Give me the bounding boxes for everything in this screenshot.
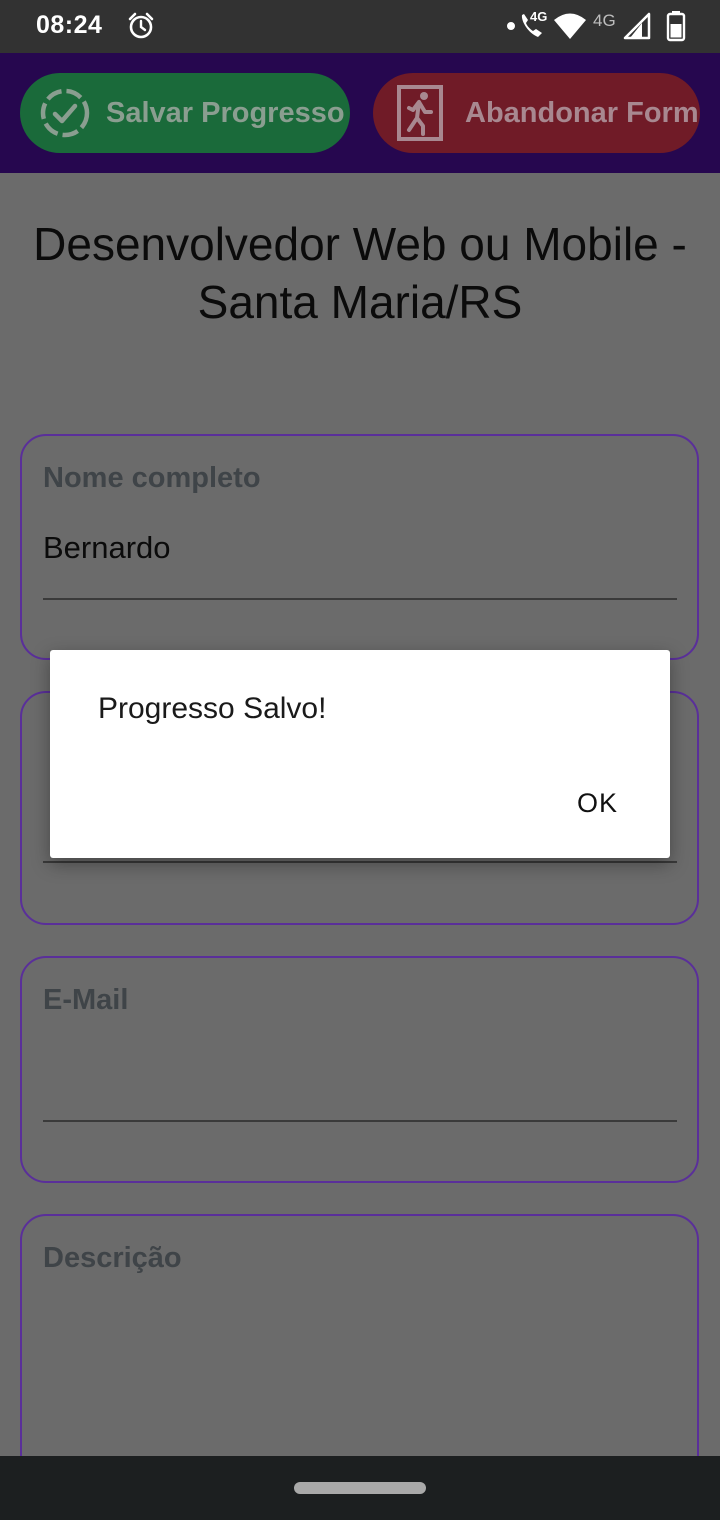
progress-saved-dialog: Progresso Salvo! OK [50, 650, 670, 858]
check-circle-icon [38, 86, 92, 140]
email-field-label: E-Mail [43, 984, 129, 1016]
exit-run-icon [393, 85, 447, 141]
page-title: Desenvolvedor Web ou Mobile - Santa Mari… [0, 215, 720, 331]
description-field-card[interactable]: Descrição [20, 1214, 699, 1456]
name-field-card[interactable]: Nome completo Bernardo [20, 434, 699, 660]
second-field-underline [43, 861, 677, 863]
battery-icon [666, 8, 686, 44]
status-time: 08:24 [36, 11, 103, 39]
dot-icon [506, 8, 516, 44]
dialog-ok-button[interactable]: OK [577, 788, 618, 819]
network-label-2: 4G [593, 11, 616, 30]
name-field-value[interactable]: Bernardo [43, 530, 171, 566]
save-progress-label: Salvar Progresso [106, 96, 345, 129]
wifi-icon [553, 8, 587, 44]
email-field-card[interactable]: E-Mail [20, 956, 699, 1183]
email-field-underline [43, 1120, 677, 1122]
network-label-1: 4G [530, 8, 548, 24]
save-progress-button[interactable]: Salvar Progresso [20, 73, 350, 153]
signal-icon [622, 8, 652, 44]
page-title-line-1: Desenvolvedor Web ou Mobile - [33, 218, 687, 270]
description-field-label: Descrição [43, 1242, 182, 1274]
name-field-underline [43, 598, 677, 600]
name-field-label: Nome completo [43, 462, 261, 494]
navigation-bar [0, 1456, 720, 1520]
dialog-message: Progresso Salvo! [98, 692, 327, 725]
abandon-form-label: Abandonar Form [465, 96, 699, 129]
abandon-form-button[interactable]: Abandonar Form [373, 73, 700, 153]
status-bar: 08:24 4G 4G [0, 0, 720, 53]
alarm-icon [126, 8, 156, 44]
home-gesture-handle[interactable] [294, 1482, 426, 1494]
top-action-bar: Salvar Progresso Abandonar Form [0, 53, 720, 173]
page-title-line-2: Santa Maria/RS [197, 276, 523, 328]
